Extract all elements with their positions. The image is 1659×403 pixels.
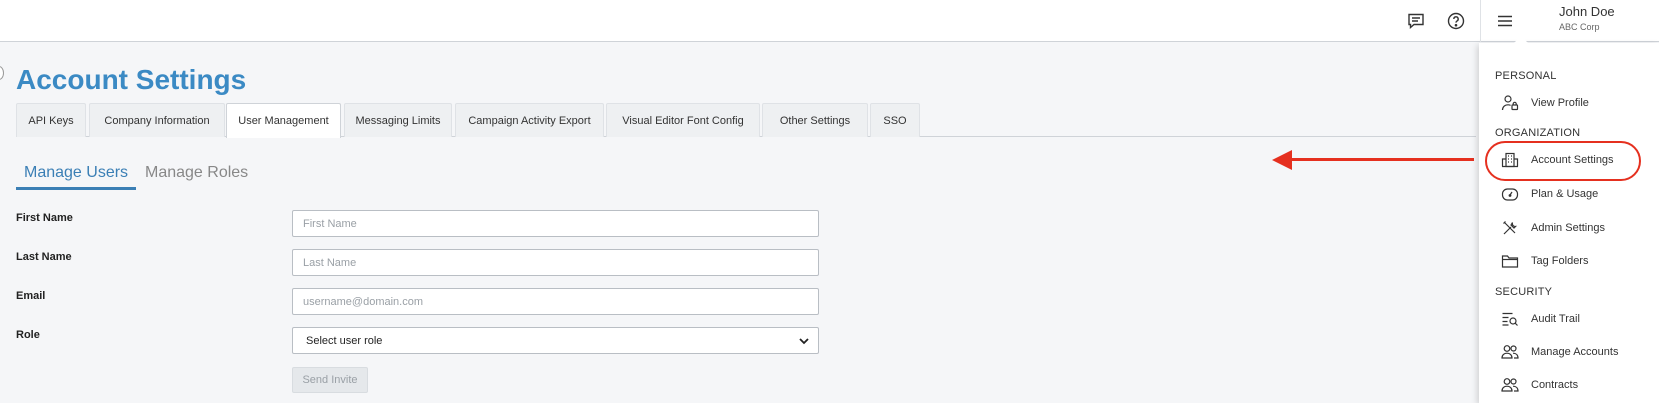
top-bar: John Doe ABC Corp bbox=[0, 0, 1659, 42]
annotation-arrow-head bbox=[1272, 150, 1292, 170]
menu-section-personal: PERSONAL bbox=[1495, 70, 1557, 82]
help-icon[interactable] bbox=[1444, 9, 1468, 33]
folder-icon bbox=[1501, 252, 1519, 270]
menu-item-label: Tag Folders bbox=[1531, 255, 1589, 267]
email-label: Email bbox=[16, 290, 46, 302]
menu-item-plan-usage[interactable]: Plan & Usage bbox=[1479, 181, 1659, 207]
building-icon bbox=[1501, 151, 1519, 169]
menu-item-view-profile[interactable]: View Profile bbox=[1479, 90, 1659, 116]
role-label: Role bbox=[16, 329, 40, 341]
menu-item-label: Plan & Usage bbox=[1531, 188, 1599, 200]
first-name-label: First Name bbox=[16, 212, 73, 224]
user-dropdown-menu: PERSONAL View Profile ORGANIZATION Accou… bbox=[1479, 36, 1659, 403]
tab-messaging-limits[interactable]: Messaging Limits bbox=[344, 103, 452, 137]
menu-item-label: View Profile bbox=[1531, 97, 1589, 109]
collapse-handle-icon[interactable] bbox=[0, 66, 4, 80]
tab-sso[interactable]: SSO bbox=[870, 103, 920, 137]
menu-item-audit-trail[interactable]: Audit Trail bbox=[1479, 306, 1659, 332]
role-select-value: Select user role bbox=[306, 334, 383, 347]
tab-visual-editor-font-config[interactable]: Visual Editor Font Config bbox=[606, 103, 760, 137]
tab-api-keys[interactable]: API Keys bbox=[16, 103, 86, 137]
topbar-divider bbox=[1480, 0, 1481, 42]
role-select[interactable]: Select user role bbox=[292, 327, 819, 354]
last-name-input[interactable] bbox=[292, 249, 819, 276]
menu-item-label: Manage Accounts bbox=[1531, 346, 1619, 358]
subtab-manage-roles[interactable]: Manage Roles bbox=[145, 164, 248, 187]
menu-item-admin-settings[interactable]: Admin Settings bbox=[1479, 215, 1659, 241]
user-name[interactable]: John Doe bbox=[1559, 4, 1615, 19]
last-name-label: Last Name bbox=[16, 251, 72, 263]
tab-company-information[interactable]: Company Information bbox=[89, 103, 225, 137]
menu-caret bbox=[1513, 36, 1529, 44]
tab-campaign-activity-export[interactable]: Campaign Activity Export bbox=[455, 103, 604, 137]
menu-item-label: Account Settings bbox=[1531, 154, 1614, 166]
chevron-down-icon bbox=[798, 335, 810, 347]
user-lock-icon bbox=[1501, 94, 1519, 112]
menu-section-organization: ORGANIZATION bbox=[1495, 127, 1581, 139]
menu-item-label: Audit Trail bbox=[1531, 313, 1580, 325]
menu-item-account-settings[interactable]: Account Settings bbox=[1479, 147, 1659, 173]
feedback-icon[interactable] bbox=[1404, 9, 1428, 33]
tab-other-settings[interactable]: Other Settings bbox=[762, 103, 868, 137]
first-name-input[interactable] bbox=[292, 210, 819, 237]
send-invite-button[interactable]: Send Invite bbox=[292, 367, 368, 393]
user-org: ABC Corp bbox=[1559, 22, 1600, 32]
menu-item-label: Contracts bbox=[1531, 379, 1579, 391]
settings-tabs: API Keys Company Information User Manage… bbox=[16, 103, 1476, 138]
list-search-icon bbox=[1501, 310, 1519, 328]
annotation-arrow-line bbox=[1290, 158, 1474, 161]
page-title: Account Settings bbox=[16, 64, 247, 95]
menu-item-manage-accounts[interactable]: Manage Accounts bbox=[1479, 339, 1659, 365]
subtab-manage-users[interactable]: Manage Users bbox=[16, 164, 137, 190]
gauge-icon bbox=[1501, 185, 1519, 203]
menu-item-tag-folders[interactable]: Tag Folders bbox=[1479, 248, 1659, 274]
users-icon bbox=[1501, 343, 1519, 361]
users-icon bbox=[1501, 376, 1519, 394]
hamburger-menu-icon[interactable] bbox=[1493, 9, 1517, 33]
tab-user-management[interactable]: User Management bbox=[226, 103, 341, 138]
menu-section-security: SECURITY bbox=[1495, 286, 1553, 298]
email-input[interactable] bbox=[292, 288, 819, 315]
tools-icon bbox=[1501, 219, 1519, 237]
menu-item-contracts[interactable]: Contracts bbox=[1479, 372, 1659, 398]
menu-item-label: Admin Settings bbox=[1531, 222, 1605, 234]
